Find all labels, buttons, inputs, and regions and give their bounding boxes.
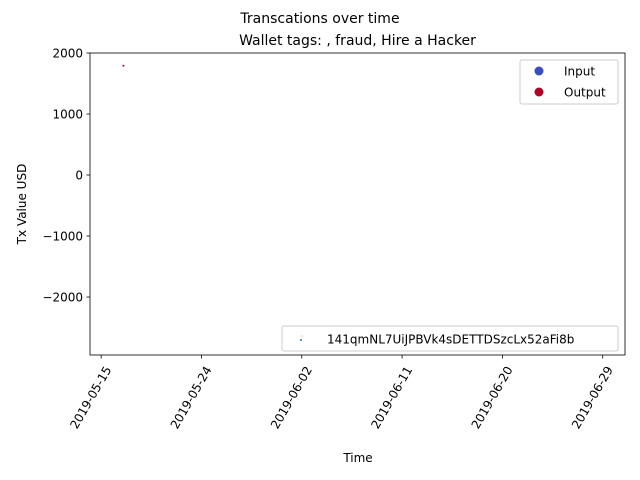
x-tick-label: 2019-06-11 (368, 364, 415, 431)
legend-direction: Input Output (519, 59, 619, 105)
chart-title: Wallet tags: , fraud, Hire a Hacker (239, 33, 476, 49)
data-points (122, 64, 303, 338)
y-axis-ticks: 2000 1000 0 −1000 −2000 (42, 47, 90, 305)
y-tick-label: 0 (75, 169, 83, 183)
y-tick-label: −2000 (42, 291, 83, 305)
x-tick-label: 2019-06-29 (569, 364, 616, 431)
transactions-chart: Transcations over time Wallet tags: , fr… (15, 11, 626, 465)
y-tick-label: 2000 (52, 47, 83, 61)
x-axis-ticks: 2019-05-15 2019-05-24 2019-06-02 2019-06-11… (67, 355, 616, 431)
legend-input-marker (534, 66, 544, 76)
legend-wallet: 141qmNL7UiJPBVk4sDETTDSzcLx52aFi8b (281, 325, 619, 352)
chart-suptitle: Transcations over time (239, 11, 399, 27)
y-tick-label: 1000 (52, 108, 83, 122)
data-point (122, 64, 125, 67)
legend-wallet-marker (300, 339, 302, 341)
legend-wallet-label: 141qmNL7UiJPBVk4sDETTDSzcLx52aFi8b (327, 333, 574, 347)
y-tick-label: −1000 (42, 230, 83, 244)
x-axis-label: Time (342, 451, 372, 465)
legend-output-marker (534, 87, 544, 97)
x-tick-label: 2019-06-20 (469, 364, 516, 431)
x-tick-label: 2019-05-24 (168, 364, 215, 431)
legend-output-label: Output (564, 86, 606, 100)
legend-input-label: Input (564, 65, 595, 79)
y-axis-label: Tx Value USD (15, 164, 29, 246)
x-tick-label: 2019-05-15 (67, 364, 114, 431)
x-tick-label: 2019-06-02 (268, 364, 315, 431)
